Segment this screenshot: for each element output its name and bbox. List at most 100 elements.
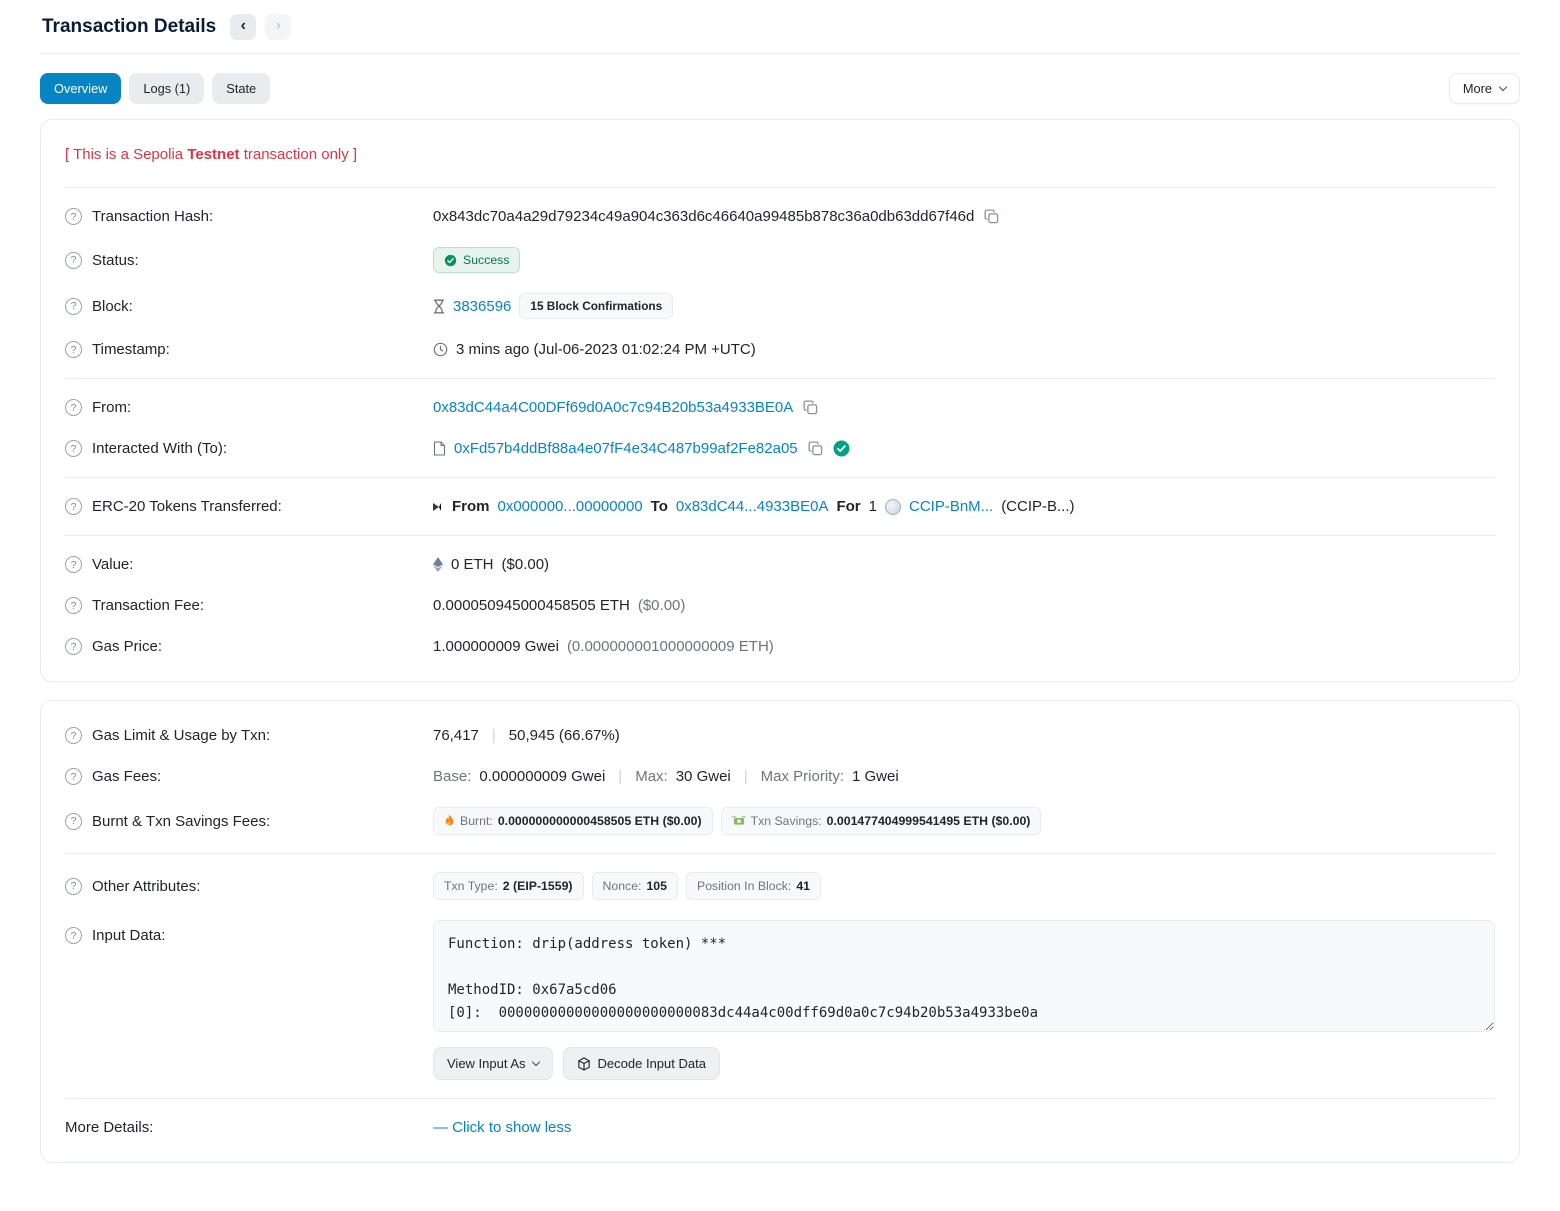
- row-other-attributes: ? Other Attributes: Txn Type: 2 (EIP-155…: [65, 862, 1495, 910]
- transaction-fee-usd: ($0.00): [638, 597, 686, 614]
- chevron-down-icon: [1499, 83, 1507, 91]
- txn-savings-label: Txn Savings:: [751, 814, 822, 828]
- row-status: ? Status: Success: [65, 237, 1495, 283]
- gas-price-label: Gas Price:: [92, 638, 162, 655]
- block-number-link[interactable]: 3836596: [453, 298, 511, 315]
- copy-icon-svg: [984, 209, 999, 224]
- erc20-for-word: For: [836, 498, 860, 515]
- erc20-to-address-link[interactable]: 0x83dC44...4933BE0A: [676, 498, 829, 515]
- copy-icon[interactable]: [801, 400, 820, 415]
- help-icon[interactable]: ?: [65, 597, 82, 614]
- input-data-textarea[interactable]: Function: drip(address token) *** Method…: [433, 920, 1495, 1032]
- row-interacted-with: ? Interacted With (To): 0xFd57b4ddBf88a4…: [65, 428, 1495, 469]
- row-block: ? Block: 3836596 15 Block Confirmations: [65, 283, 1495, 329]
- check-circle-icon: [444, 254, 457, 267]
- transaction-details-page: Transaction Details ‹ › Overview Logs (1…: [0, 0, 1560, 1211]
- value-label: Value:: [92, 556, 133, 573]
- previous-transaction-button[interactable]: ‹: [230, 14, 256, 40]
- view-input-as-button[interactable]: View Input As: [433, 1047, 553, 1080]
- status-text: Success: [463, 253, 509, 267]
- separator: |: [739, 768, 753, 785]
- transaction-hash-label: Transaction Hash:: [92, 208, 213, 225]
- row-more-details: More Details: — Click to show less: [65, 1107, 1495, 1148]
- view-input-as-label: View Input As: [447, 1056, 526, 1071]
- help-icon[interactable]: ?: [65, 768, 82, 785]
- from-address-link[interactable]: 0x83dC44a4C00DFf69d0A0c7c94B20b53a4933BE…: [433, 399, 793, 416]
- contract-file-icon: [433, 441, 446, 456]
- flame-icon: [444, 814, 455, 828]
- copy-icon[interactable]: [982, 209, 1001, 224]
- tab-overview[interactable]: Overview: [40, 73, 121, 104]
- more-details-label: More Details:: [65, 1119, 153, 1136]
- next-transaction-button[interactable]: ›: [265, 14, 291, 40]
- to-address-link[interactable]: 0xFd57b4ddBf88a4e07fF4e34C487b99af2Fe82a…: [454, 440, 798, 457]
- help-icon[interactable]: ?: [65, 298, 82, 315]
- token-logo-icon: [885, 499, 901, 515]
- value-eth: 0 ETH: [451, 556, 494, 573]
- help-icon[interactable]: ?: [65, 208, 82, 225]
- divider: [65, 378, 1495, 379]
- row-value: ? Value: 0 ETH ($0.00): [65, 544, 1495, 585]
- toggle-more-details-link[interactable]: — Click to show less: [433, 1119, 571, 1136]
- row-gas-price: ? Gas Price: 1.000000009 Gwei (0.0000000…: [65, 626, 1495, 667]
- token-name-link[interactable]: CCIP-BnM...: [909, 498, 993, 515]
- divider: [65, 1098, 1495, 1099]
- verified-check-icon: [833, 440, 850, 457]
- divider: [65, 535, 1495, 536]
- copy-icon[interactable]: [806, 441, 825, 456]
- more-label: More: [1463, 81, 1492, 96]
- overview-card: [ This is a Sepolia Testnet transaction …: [40, 119, 1520, 682]
- help-icon[interactable]: ?: [65, 813, 82, 830]
- divider: [65, 477, 1495, 478]
- details-card: ? Gas Limit & Usage by Txn: 76,417 | 50,…: [40, 700, 1520, 1163]
- txn-savings-badge: Txn Savings: 0.001477404999541495 ETH ($…: [721, 807, 1042, 835]
- divider: [65, 187, 1495, 188]
- burnt-label: Burnt:: [460, 814, 493, 828]
- help-icon[interactable]: ?: [65, 556, 82, 573]
- timestamp-value: 3 mins ago (Jul-06-2023 01:02:24 PM +UTC…: [456, 341, 756, 358]
- decode-input-data-button[interactable]: Decode Input Data: [563, 1047, 720, 1080]
- tab-logs[interactable]: Logs (1): [129, 73, 204, 104]
- from-label: From:: [92, 399, 131, 416]
- erc20-amount: 1: [869, 498, 877, 515]
- nonce-badge: Nonce: 105: [592, 872, 679, 900]
- help-icon[interactable]: ?: [65, 878, 82, 895]
- more-dropdown-button[interactable]: More: [1449, 73, 1520, 104]
- gas-usage-value: 50,945 (66.67%): [509, 727, 620, 744]
- toggle-more-details-text: Click to show less: [452, 1119, 571, 1136]
- gas-price-gwei: 1.000000009 Gwei: [433, 638, 559, 655]
- money-wings-icon: [732, 815, 746, 827]
- help-icon[interactable]: ?: [65, 498, 82, 515]
- burnt-badge: Burnt: 0.000000000000458505 ETH ($0.00): [433, 807, 713, 835]
- gas-fees-label: Gas Fees:: [92, 768, 161, 785]
- testnet-notice-bold: Testnet: [187, 146, 239, 163]
- value-usd: ($0.00): [502, 556, 550, 573]
- gas-priority-label: Max Priority:: [761, 768, 844, 785]
- help-icon[interactable]: ?: [65, 440, 82, 457]
- gas-base-value: 0.000000009 Gwei: [479, 768, 605, 785]
- token-symbol: (CCIP-B...): [1001, 498, 1074, 515]
- txn-type-value: 2 (EIP-1559): [503, 879, 573, 893]
- chevron-down-icon: [531, 1058, 539, 1066]
- block-label: Block:: [92, 298, 133, 315]
- help-icon[interactable]: ?: [65, 727, 82, 744]
- position-in-block-label: Position In Block:: [697, 879, 791, 893]
- help-icon[interactable]: ?: [65, 399, 82, 416]
- row-erc20-transfers: ? ERC-20 Tokens Transferred: From 0x0000…: [65, 486, 1495, 527]
- txn-savings-value: 0.001477404999541495 ETH ($0.00): [827, 814, 1031, 828]
- help-icon[interactable]: ?: [65, 341, 82, 358]
- copy-icon-svg: [803, 400, 818, 415]
- help-icon[interactable]: ?: [65, 252, 82, 269]
- help-icon[interactable]: ?: [65, 638, 82, 655]
- divider: [65, 853, 1495, 854]
- other-attributes-label: Other Attributes:: [92, 878, 200, 895]
- erc20-from-address-link[interactable]: 0x000000...00000000: [498, 498, 643, 515]
- row-input-data: ? Input Data: Function: drip(address tok…: [65, 910, 1495, 1090]
- erc20-label: ERC-20 Tokens Transferred:: [92, 498, 282, 515]
- expand-triangle-icon[interactable]: [433, 503, 441, 511]
- gas-priority-value: 1 Gwei: [852, 768, 899, 785]
- row-transaction-hash: ? Transaction Hash: 0x843dc70a4a29d79234…: [65, 196, 1495, 237]
- burnt-savings-label: Burnt & Txn Savings Fees:: [92, 813, 270, 830]
- help-icon[interactable]: ?: [65, 927, 82, 944]
- tab-state[interactable]: State: [212, 73, 270, 104]
